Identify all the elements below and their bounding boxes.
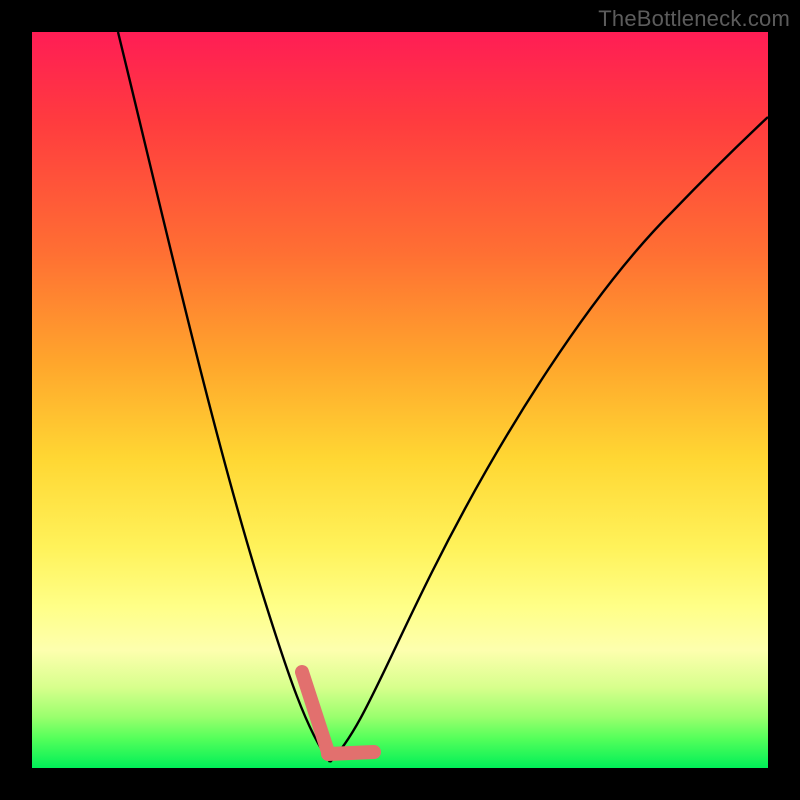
watermark-text: TheBottleneck.com — [598, 6, 790, 32]
curves-svg — [32, 32, 768, 768]
curve-right-branch — [330, 117, 768, 762]
curve-left-branch — [118, 32, 330, 762]
plot-area — [32, 32, 768, 768]
chart-frame: TheBottleneck.com — [0, 0, 800, 800]
